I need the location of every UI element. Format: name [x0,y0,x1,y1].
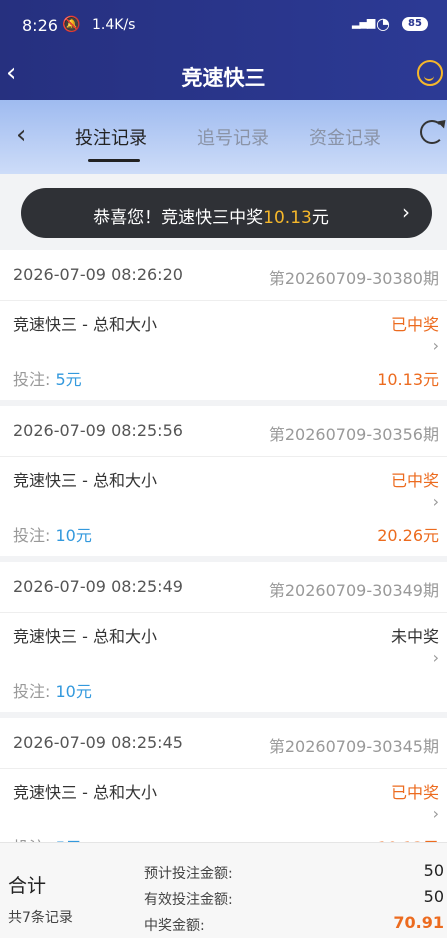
record-card[interactable]: 2026-07-09 08:26:20 第20260709-30380期 竞速快… [0,250,447,400]
wifi-icon: ◔ [376,14,390,33]
record-game: 竞速快三 - 总和大小 [13,627,157,646]
record-bet: 投注: 10元 [13,522,92,546]
refresh-icon[interactable] [420,120,444,144]
record-bet: 投注: 5元 [13,366,82,390]
expected-bet-value: 50 [423,861,444,880]
page-title: 竞速快三 [181,66,266,90]
winning-amount-label: 中奖金额: [144,918,205,934]
record-card[interactable]: 2026-07-09 08:25:56 第20260709-30356期 竞速快… [0,406,447,556]
mute-bell-icon: 🔕 [62,15,81,33]
summary-title: 合计 [8,875,47,897]
record-status: 未中奖 [390,627,439,646]
bet-value: 10元 [55,526,92,545]
win-prefix: 恭喜您！竞速快三中奖 [93,208,264,228]
record-period: 第20260709-30380期 [268,269,439,288]
record-game: 竞速快三 - 总和大小 [13,471,157,490]
signal-icon: ▂▄▆ [352,16,375,29]
battery-icon: 85 [402,17,428,31]
winning-amount-value: 70.91 [393,913,444,932]
record-period: 第20260709-30345期 [268,737,439,756]
divider [0,612,447,613]
win-amount: 10.13 [263,208,312,228]
record-date: 2026-07-09 08:25:49 [13,577,183,596]
effective-bet-label: 有效投注金额: [144,892,233,908]
record-period: 第20260709-30349期 [268,581,439,600]
win-suffix: 元 [311,208,329,228]
win-notification[interactable]: 恭喜您！竞速快三中奖10.13元 › [21,188,432,238]
tab-bar: ‹ 投注记录 追号记录 资金记录 [0,100,447,174]
chevron-right-icon: › [432,336,439,355]
bet-value: 5元 [55,370,82,389]
tab-chase-records[interactable]: 追号记录 [197,124,269,150]
divider [0,456,447,457]
record-status: 已中奖 [390,471,439,490]
chevron-right-icon: › [432,648,439,667]
record-status: 已中奖 [390,783,439,802]
record-game: 竞速快三 - 总和大小 [13,315,157,334]
winning-amount-row: 中奖金额: 70.91 [144,913,444,935]
expected-bet-label: 预计投注金额: [144,866,233,882]
expected-bet-row: 预计投注金额: 50 [144,861,444,883]
bet-value: 10元 [55,682,92,701]
bet-label: 投注: [13,370,56,389]
win-message: 恭喜您！竞速快三中奖10.13元 [21,203,401,228]
divider [0,300,447,301]
record-bet: 投注: 10元 [13,678,92,702]
status-bar: 8:26 🔕 1.4K/s ▂▄▆ ◔ 85 [0,0,447,50]
record-card[interactable]: 2026-07-09 08:25:49 第20260709-30349期 竞速快… [0,562,447,712]
record-status: 已中奖 [390,315,439,334]
record-date: 2026-07-09 08:26:20 [13,265,183,284]
bet-label: 投注: [13,682,56,701]
tab-fund-records[interactable]: 资金记录 [309,124,381,150]
record-date: 2026-07-09 08:25:45 [13,733,183,752]
record-period: 第20260709-30356期 [268,425,439,444]
active-tab-indicator [88,159,140,162]
record-date: 2026-07-09 08:25:56 [13,421,183,440]
tab-bet-records[interactable]: 投注记录 [75,124,147,150]
chevron-right-icon: › [402,200,410,224]
effective-bet-row: 有效投注金额: 50 [144,887,444,909]
network-speed: 1.4K/s [92,17,136,33]
divider [0,768,447,769]
tab-back-button[interactable]: ‹ [16,120,26,150]
chevron-right-icon: › [432,492,439,511]
status-time: 8:26 [22,16,58,35]
chevron-right-icon: › [432,804,439,823]
record-payout: 10.13元 [377,370,439,389]
record-payout: 20.26元 [377,526,439,545]
customer-service-icon[interactable] [417,60,443,86]
summary-footer: 合计 共7条记录 预计投注金额: 50 有效投注金额: 50 中奖金额: 70.… [0,842,447,938]
bet-label: 投注: [13,526,56,545]
app-header: ‹ 竞速快三 [0,50,447,100]
record-game: 竞速快三 - 总和大小 [13,783,157,802]
effective-bet-value: 50 [423,887,444,906]
record-count: 共7条记录 [8,910,73,926]
